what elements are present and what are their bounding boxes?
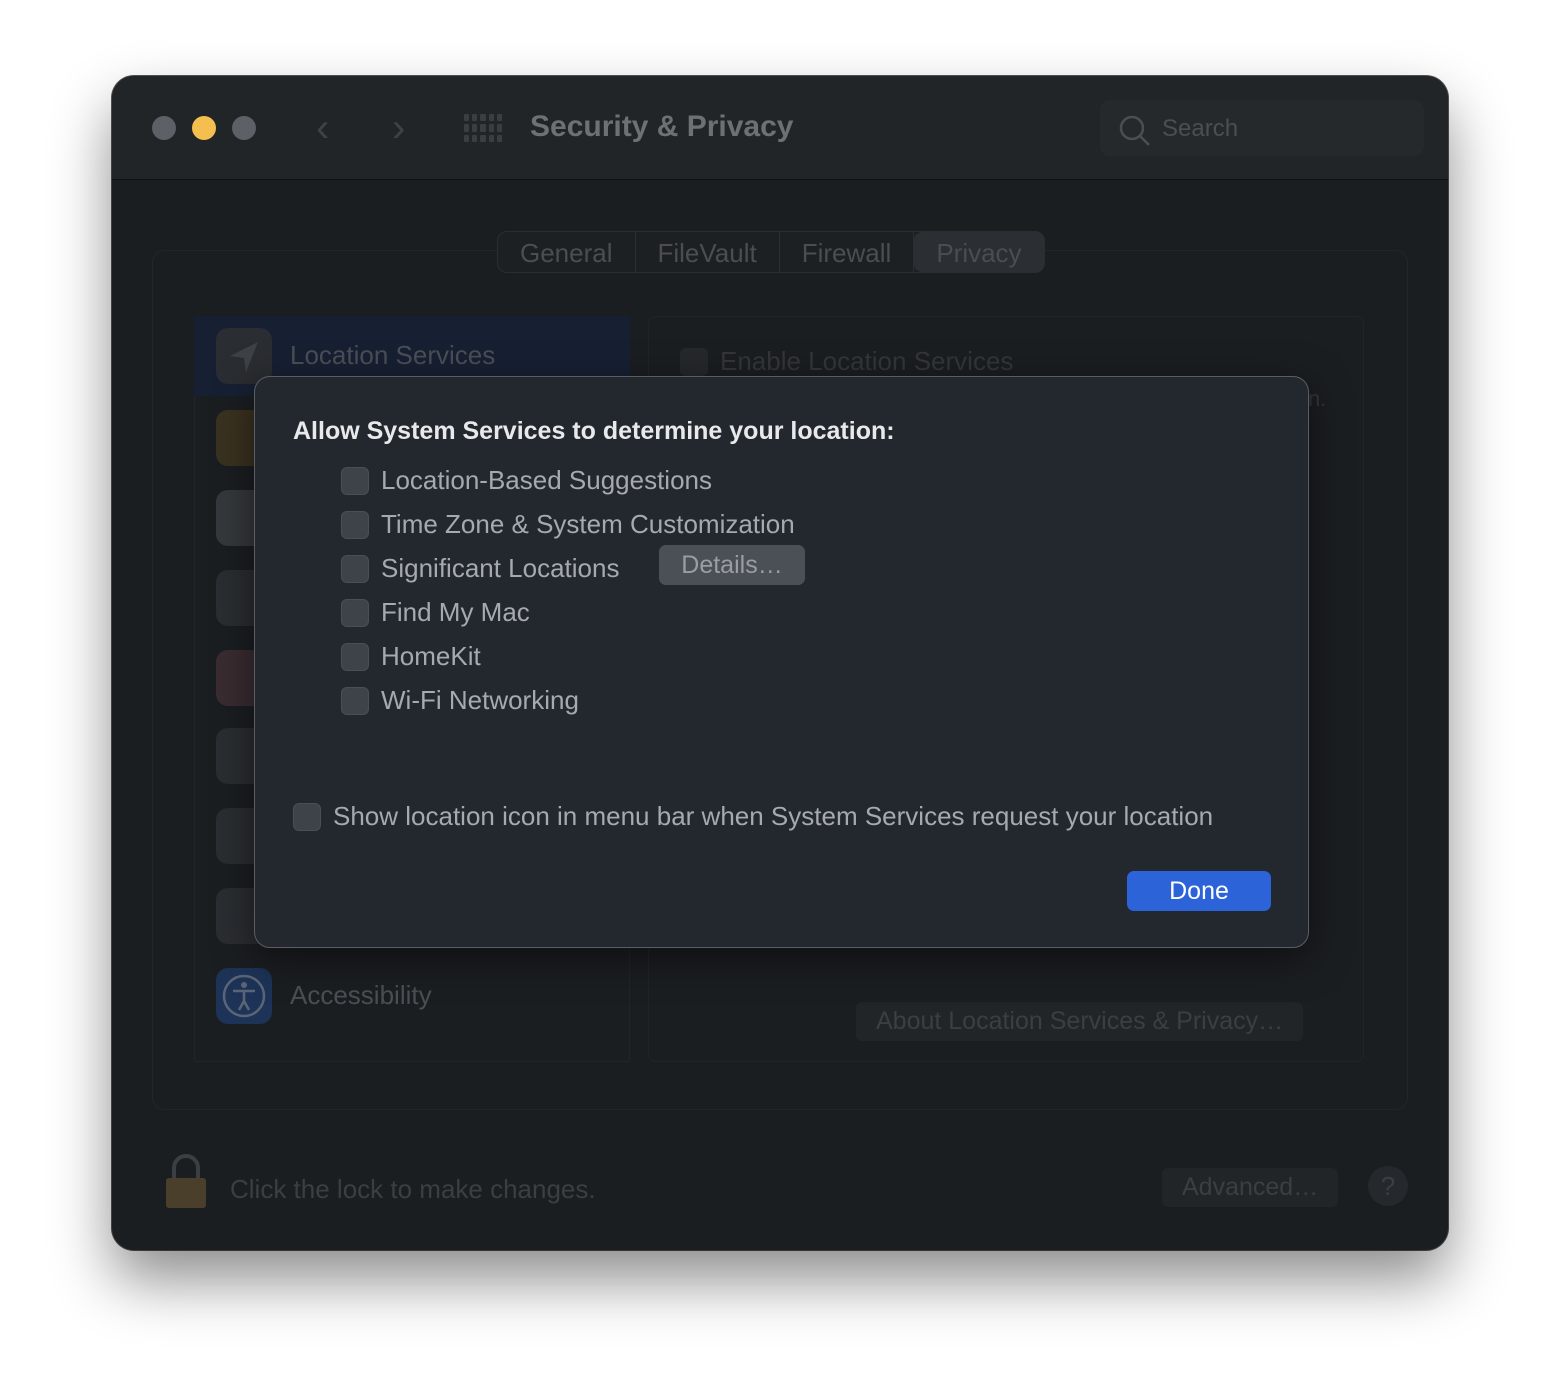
- back-icon[interactable]: ‹: [316, 106, 329, 151]
- checkbox[interactable]: [341, 554, 369, 583]
- checkbox[interactable]: [293, 802, 321, 831]
- location-arrow-icon: [216, 328, 272, 384]
- accessibility-icon: [216, 968, 272, 1024]
- help-button[interactable]: ?: [1368, 1166, 1408, 1206]
- option-wifi-networking[interactable]: Wi-Fi Networking: [341, 685, 579, 716]
- tab-privacy[interactable]: Privacy: [914, 232, 1044, 272]
- sidebar-item-label: Location Services: [290, 340, 496, 370]
- enable-location-checkbox[interactable]: [680, 348, 708, 376]
- option-homekit[interactable]: HomeKit: [341, 641, 481, 672]
- system-services-dialog: Allow System Services to determine your …: [254, 376, 1309, 948]
- option-location-based-suggestions[interactable]: Location-Based Suggestions: [341, 465, 712, 496]
- option-label: Find My Mac: [381, 597, 530, 627]
- lock-text: Click the lock to make changes.: [230, 1174, 596, 1204]
- sidebar-item-accessibility[interactable]: Accessibility: [290, 980, 432, 1011]
- dialog-heading: Allow System Services to determine your …: [293, 417, 895, 445]
- window-title: Security & Privacy: [530, 110, 794, 143]
- checkbox[interactable]: [341, 466, 369, 495]
- search-placeholder: Search: [1162, 115, 1239, 142]
- about-location-button[interactable]: About Location Services & Privacy…: [856, 1002, 1304, 1041]
- option-find-my-mac[interactable]: Find My Mac: [341, 597, 530, 628]
- option-menu-bar-icon[interactable]: Show location icon in menu bar when Syst…: [293, 801, 1213, 832]
- advanced-button[interactable]: Advanced…: [1162, 1168, 1339, 1207]
- tab-filevault[interactable]: FileVault: [636, 232, 780, 272]
- search-icon: [1119, 115, 1150, 146]
- option-label: Significant Locations: [381, 553, 620, 583]
- tab-firewall[interactable]: Firewall: [780, 232, 915, 272]
- tab-general[interactable]: General: [498, 232, 636, 272]
- option-label: Location-Based Suggestions: [381, 465, 713, 495]
- option-label: Show location icon in menu bar when Syst…: [333, 801, 1214, 831]
- option-label: Wi-Fi Networking: [381, 685, 579, 715]
- forward-icon[interactable]: ›: [392, 106, 405, 151]
- checkbox[interactable]: [341, 686, 369, 715]
- option-significant-locations[interactable]: Significant Locations: [341, 553, 619, 584]
- lock-icon[interactable]: [164, 1154, 208, 1210]
- checkbox[interactable]: [341, 598, 369, 627]
- enable-location-label: Enable Location Services: [720, 346, 1014, 376]
- titlebar: ‹ › Security & Privacy Search: [112, 76, 1448, 180]
- option-label: HomeKit: [381, 641, 481, 671]
- close-button[interactable]: [152, 116, 176, 140]
- zoom-button[interactable]: [232, 116, 256, 140]
- details-button[interactable]: Details…: [659, 545, 805, 585]
- checkbox[interactable]: [341, 642, 369, 671]
- description-text: n.: [1308, 386, 1327, 411]
- checkbox[interactable]: [341, 510, 369, 539]
- search-field[interactable]: Search: [1100, 100, 1424, 156]
- tab-bar: General FileVault Firewall Privacy: [497, 231, 1045, 273]
- minimize-button[interactable]: [192, 116, 216, 140]
- done-button[interactable]: Done: [1127, 871, 1271, 911]
- option-label: Time Zone & System Customization: [381, 509, 795, 539]
- option-time-zone[interactable]: Time Zone & System Customization: [341, 509, 795, 540]
- show-all-grid-icon[interactable]: [464, 114, 502, 142]
